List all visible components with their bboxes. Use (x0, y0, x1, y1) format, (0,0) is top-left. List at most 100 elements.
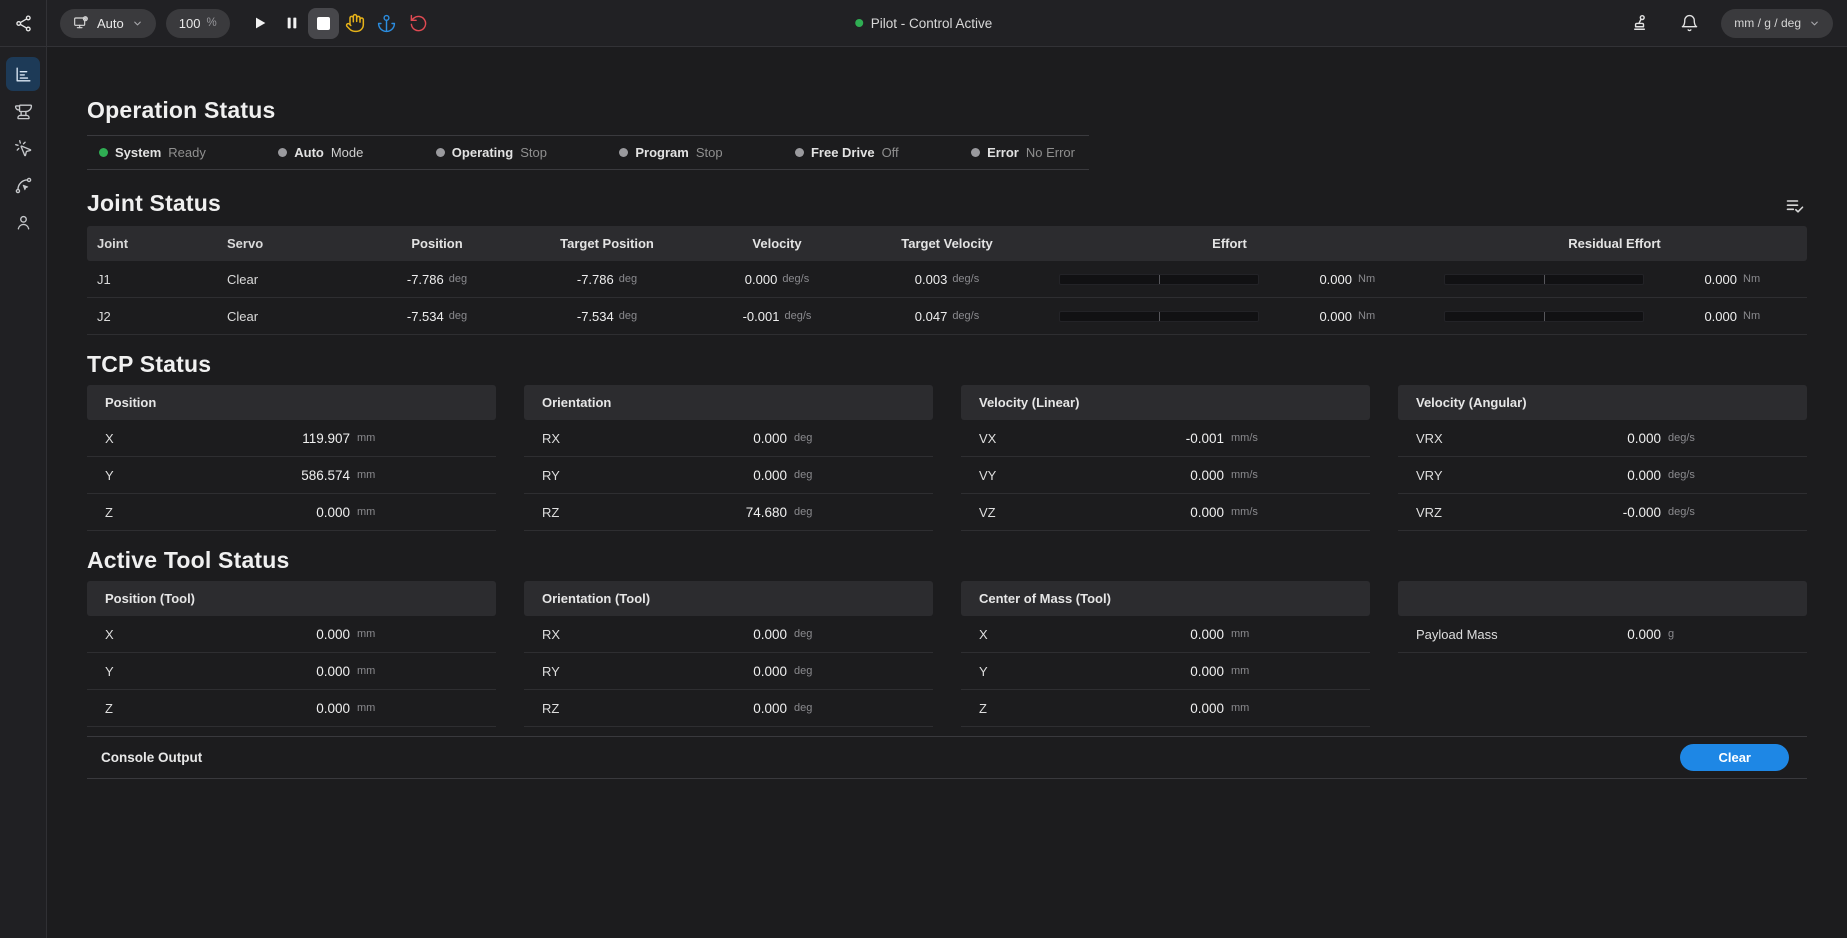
joint-table-options-button[interactable] (1783, 194, 1807, 218)
panel-title: Orientation (524, 385, 933, 420)
panel-rows: X 119.907 mm Y 586.574 mm Z 0.000 mm (87, 420, 496, 531)
anchor-button[interactable] (371, 7, 403, 39)
status-dot (278, 148, 287, 157)
value-number: 0.000 (988, 627, 1224, 642)
app-logo-icon (14, 14, 33, 33)
chevron-down-icon (132, 18, 143, 29)
value-unit: mm (1224, 628, 1352, 640)
units-select[interactable]: mm / g / deg (1721, 9, 1833, 38)
panel-rows: RX 0.000 deg RY 0.000 deg RZ 74.680 deg (524, 420, 933, 531)
status-indicator: Operating Stop (436, 145, 547, 160)
notifications-button[interactable] (1673, 7, 1705, 39)
value-row: Z 0.000 mm (87, 494, 496, 531)
mode-select[interactable]: Auto (60, 9, 156, 38)
col-servo: Servo (227, 236, 357, 251)
joint-table-row: J1 Clear -7.786deg -7.786deg 0.000deg/s … (87, 261, 1807, 298)
play-button[interactable] (244, 7, 276, 39)
cell-joint: J1 (87, 272, 227, 287)
status-value: Stop (520, 145, 547, 160)
value-row: X 0.000 mm (87, 616, 496, 653)
status-indicator: Auto Mode (278, 145, 363, 160)
cell-position: -7.786deg (357, 272, 517, 287)
status-panel: Velocity (Angular) VRX 0.000 deg/s VRY 0… (1398, 385, 1807, 531)
sidebar-item-status[interactable] (6, 57, 40, 91)
status-dot (619, 148, 628, 157)
topbar-right: mm / g / deg (1625, 7, 1847, 39)
pause-button[interactable] (276, 7, 308, 39)
value-unit: deg/s (1661, 469, 1789, 481)
value-number: 0.000 (1443, 431, 1661, 446)
value-label: VZ (979, 505, 996, 520)
status-value: Off (882, 145, 899, 160)
value-row: VRZ -0.000 deg/s (1398, 494, 1807, 531)
value-number: 0.000 (560, 627, 787, 642)
sidebar-item-tooling[interactable] (6, 94, 40, 128)
joint-status-title: Joint Status (87, 188, 221, 218)
panel-rows: VX -0.001 mm/s VY 0.000 mm/s VZ 0.000 mm… (961, 420, 1370, 531)
status-value: Stop (696, 145, 723, 160)
col-effort: Effort (1037, 236, 1422, 251)
pointer-click-icon (14, 139, 33, 158)
value-label: RY (542, 468, 560, 483)
value-label: Y (105, 664, 114, 679)
value-number: 0.000 (1443, 468, 1662, 483)
status-indicator: Program Stop (619, 145, 722, 160)
reset-button[interactable] (403, 7, 435, 39)
panel-rows: Payload Mass 0.000 g (1398, 616, 1807, 653)
residual-effort-gauge (1444, 274, 1644, 285)
sidebar-item-user[interactable] (6, 205, 40, 239)
status-label: Operating (452, 145, 513, 160)
status-label: Auto (294, 145, 324, 160)
status-panel: Velocity (Linear) VX -0.001 mm/s VY 0.00… (961, 385, 1370, 531)
operation-status-row: System Ready Auto Mode Operating Stop Pr… (87, 136, 1089, 169)
bell-icon (1680, 14, 1699, 33)
value-row: Y 586.574 mm (87, 457, 496, 494)
value-unit: deg (787, 469, 915, 481)
hand-guide-button[interactable] (339, 7, 371, 39)
spline-path-icon (14, 176, 33, 195)
robot-pilot-app: Auto 100 % (0, 0, 1847, 938)
value-row: Z 0.000 mm (961, 690, 1370, 727)
cell-servo: Clear (227, 272, 357, 287)
cell-effort: 0.000Nm (1037, 272, 1422, 287)
mode-select-value: Auto (97, 16, 124, 31)
value-label: X (979, 627, 988, 642)
status-dot (971, 148, 980, 157)
value-number: 0.000 (1498, 627, 1661, 642)
status-label: Program (635, 145, 688, 160)
col-position: Position (357, 236, 517, 251)
value-number: 74.680 (559, 505, 787, 520)
value-row: X 0.000 mm (961, 616, 1370, 653)
app-logo (0, 0, 47, 47)
effort-gauge (1059, 311, 1259, 322)
tool-status-panels: Position (Tool) X 0.000 mm Y 0.000 mm Z … (87, 581, 1807, 727)
sidebar-item-path[interactable] (6, 168, 40, 202)
value-unit: mm/s (1224, 469, 1352, 481)
value-row: RX 0.000 deg (524, 420, 933, 457)
cell-position: -7.534deg (357, 309, 517, 324)
panel-title: Position (Tool) (87, 581, 496, 616)
status-indicator: Error No Error (971, 145, 1075, 160)
value-row: X 119.907 mm (87, 420, 496, 457)
value-label: VY (979, 468, 996, 483)
col-joint: Joint (87, 236, 227, 251)
robot-tool-button[interactable] (1625, 7, 1657, 39)
pause-icon (284, 15, 300, 31)
col-target-position: Target Position (517, 236, 697, 251)
status-label: Free Drive (811, 145, 875, 160)
status-label: Error (987, 145, 1019, 160)
effort-gauge (1059, 274, 1259, 285)
value-number: 0.000 (560, 431, 787, 446)
value-number: 0.000 (988, 664, 1224, 679)
sidebar-item-jog[interactable] (6, 131, 40, 165)
value-row: VRX 0.000 deg/s (1398, 420, 1807, 457)
speed-control[interactable]: 100 % (166, 9, 230, 38)
stop-button[interactable] (308, 8, 339, 39)
value-row: VY 0.000 mm/s (961, 457, 1370, 494)
status-panel: Position X 119.907 mm Y 586.574 mm Z 0.0… (87, 385, 496, 531)
bar-chart-horizontal-icon (14, 65, 33, 84)
value-unit: deg (787, 432, 915, 444)
console-clear-button[interactable]: Clear (1680, 744, 1789, 771)
cell-joint: J2 (87, 309, 227, 324)
status-value: Ready (168, 145, 206, 160)
